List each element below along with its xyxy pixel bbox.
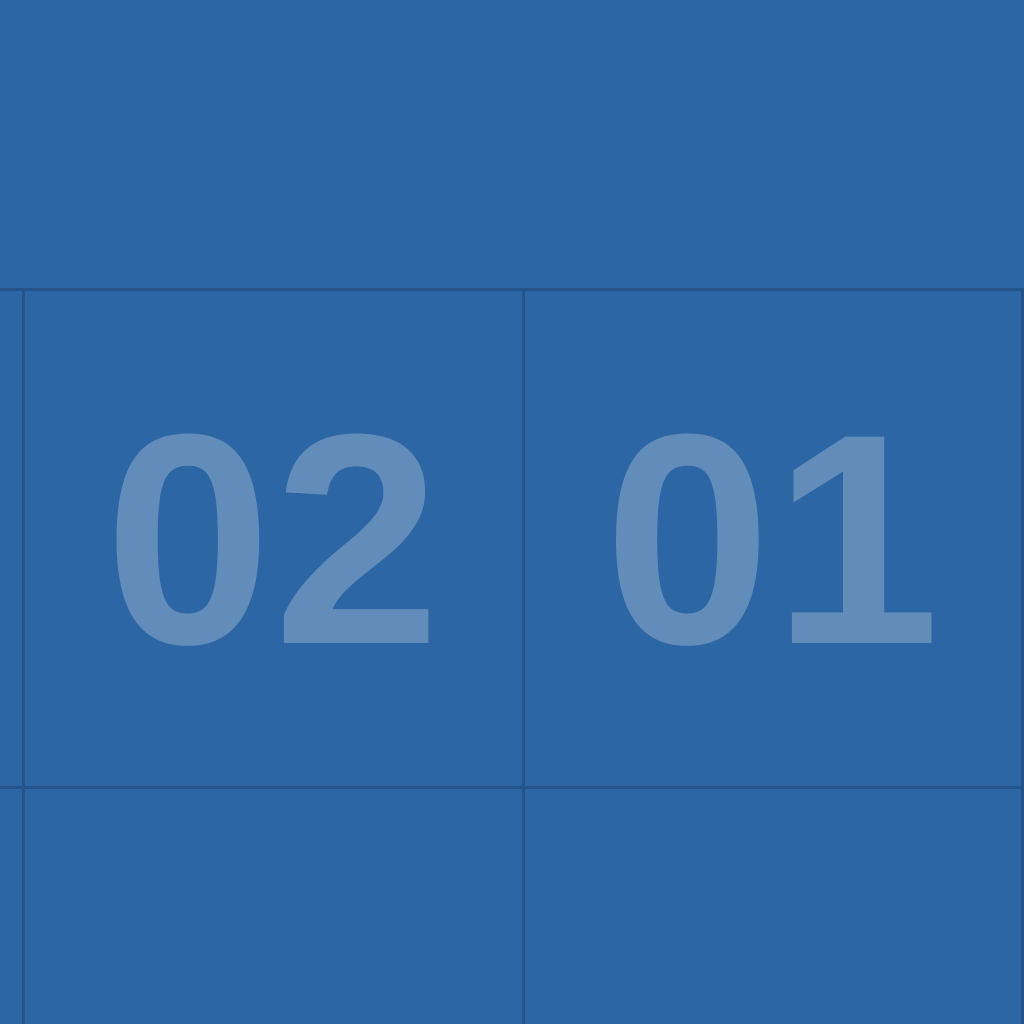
tile-01[interactable]: 01 [525,290,1021,787]
tile-number: 02 [104,370,443,707]
tile-number: 01 [604,370,942,707]
tile-02[interactable]: 02 [25,290,522,787]
